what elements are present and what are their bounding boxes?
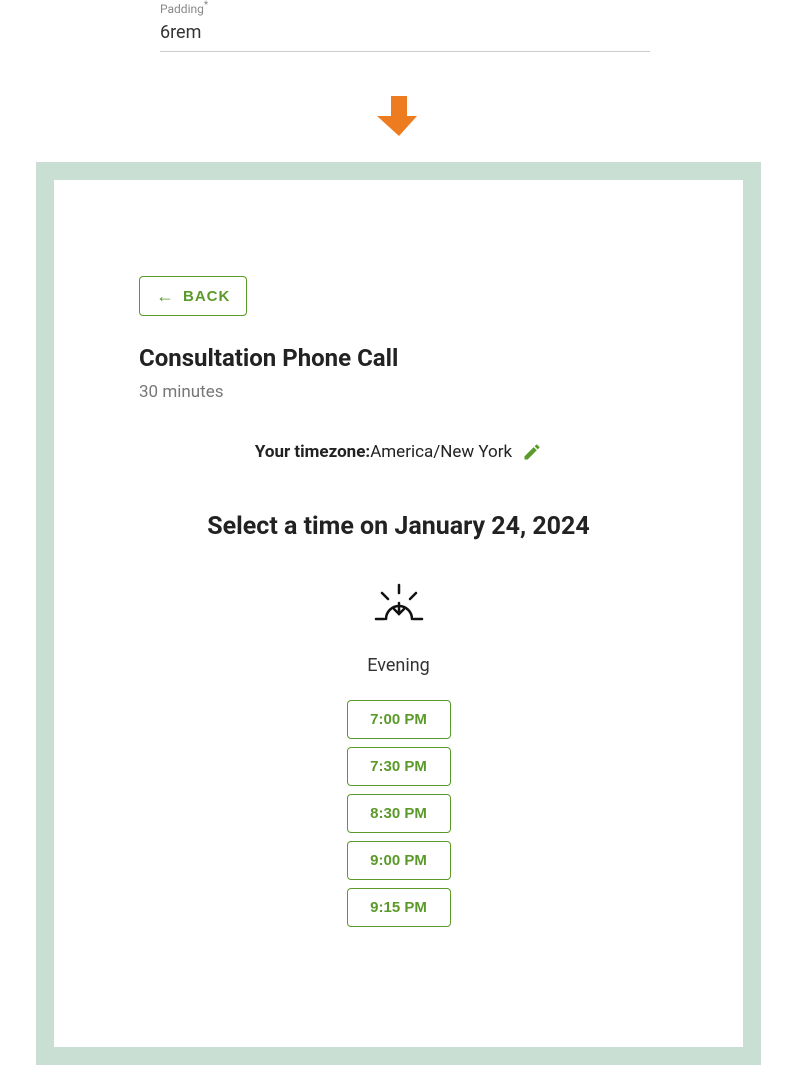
padding-input[interactable]: 6rem (160, 18, 650, 52)
time-slot-button[interactable]: 7:00 PM (347, 700, 451, 739)
select-time-heading: Select a time on January 24, 2024 (139, 512, 658, 541)
time-slot-button[interactable]: 7:30 PM (347, 747, 451, 786)
booking-title: Consultation Phone Call (139, 344, 658, 372)
sunset-icon (372, 581, 426, 623)
time-period-label: Evening (139, 655, 658, 676)
time-slot-button[interactable]: 9:00 PM (347, 841, 451, 880)
timezone-row: Your timezone:America/New York (139, 442, 658, 462)
timezone-value: America/New York (370, 442, 512, 462)
booking-duration: 30 minutes (139, 382, 658, 402)
config-field: Padding* 6rem (160, 0, 797, 72)
timezone-label: Your timezone: (255, 442, 370, 462)
back-button-label: BACK (183, 288, 230, 305)
arrow-left-icon: ← (156, 287, 175, 305)
time-slot-button[interactable]: 9:15 PM (347, 888, 451, 927)
preview-frame: ← BACK Consultation Phone Call 30 minute… (36, 162, 761, 1065)
required-asterisk: * (204, 0, 208, 11)
edit-icon[interactable] (522, 442, 542, 462)
padding-field-label: Padding* (160, 0, 797, 16)
period-icon-wrap (139, 581, 658, 627)
back-button[interactable]: ← BACK (139, 276, 247, 316)
padding-label-text: Padding (160, 2, 204, 16)
arrow-indicator (0, 72, 797, 154)
time-slots-list: 7:00 PM 7:30 PM 8:30 PM 9:00 PM 9:15 PM (139, 700, 658, 927)
arrow-down-icon (375, 92, 423, 140)
time-slot-button[interactable]: 8:30 PM (347, 794, 451, 833)
